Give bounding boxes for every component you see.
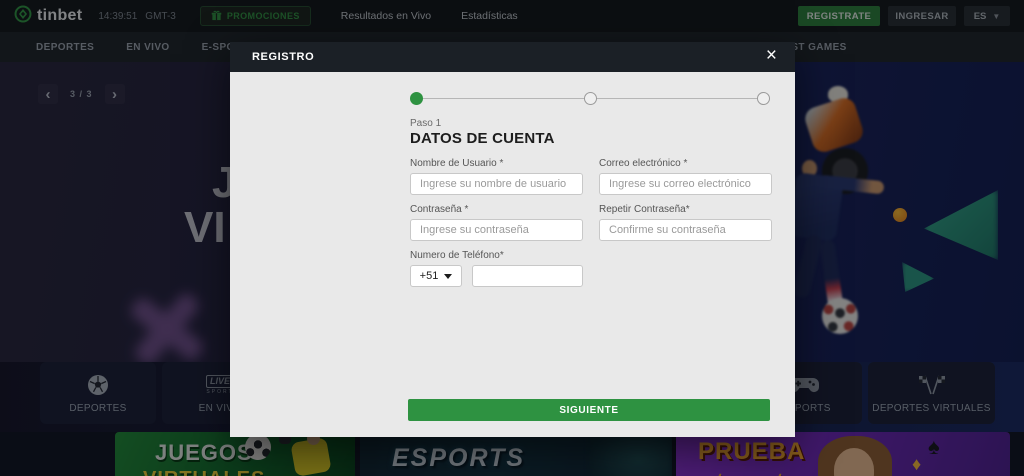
username-input[interactable] — [410, 173, 583, 195]
stepper-dot-1 — [410, 92, 423, 105]
email-input[interactable] — [599, 173, 772, 195]
repeat-password-field-group: Repetir Contraseña* — [599, 204, 772, 241]
password-label: Contraseña * — [410, 204, 469, 215]
repeat-password-label: Repetir Contraseña* — [599, 204, 690, 215]
password-input[interactable] — [410, 219, 583, 241]
modal-header: REGISTRO × — [230, 42, 795, 72]
modal-body: Paso 1 DATOS DE CUENTA Nombre de Usuario… — [230, 72, 795, 437]
password-field-group: Contraseña * — [410, 204, 583, 241]
section-title: DATOS DE CUENTA — [410, 130, 555, 147]
email-field-group: Correo electrónico * — [599, 158, 772, 195]
registration-form: Nombre de Usuario * Correo electrónico *… — [410, 158, 772, 287]
next-step-button[interactable]: SIGUIENTE — [408, 399, 770, 421]
phone-country-code: +51 — [419, 270, 439, 282]
registration-modal: REGISTRO × Paso 1 DATOS DE CUENTA Nombre… — [230, 42, 795, 437]
phone-number-input[interactable] — [472, 265, 583, 287]
modal-title: REGISTRO — [252, 51, 315, 63]
stepper-dot-3 — [757, 92, 770, 105]
registration-stepper — [410, 92, 770, 106]
username-field-group: Nombre de Usuario * — [410, 158, 583, 195]
chevron-down-icon — [444, 273, 453, 279]
close-icon[interactable]: × — [766, 46, 777, 66]
email-label: Correo electrónico * — [599, 158, 688, 169]
phone-country-select[interactable]: +51 — [410, 265, 462, 287]
step-label: Paso 1 — [410, 118, 442, 129]
page: tinbet 14:39:51 GMT-3 PROMOCIONES Result… — [0, 0, 1024, 476]
username-label: Nombre de Usuario * — [410, 158, 504, 169]
phone-label: Numero de Teléfono* — [410, 250, 504, 261]
stepper-dot-2 — [583, 92, 597, 105]
repeat-password-input[interactable] — [599, 219, 772, 241]
phone-field-group: Numero de Teléfono* +51 — [410, 250, 772, 287]
